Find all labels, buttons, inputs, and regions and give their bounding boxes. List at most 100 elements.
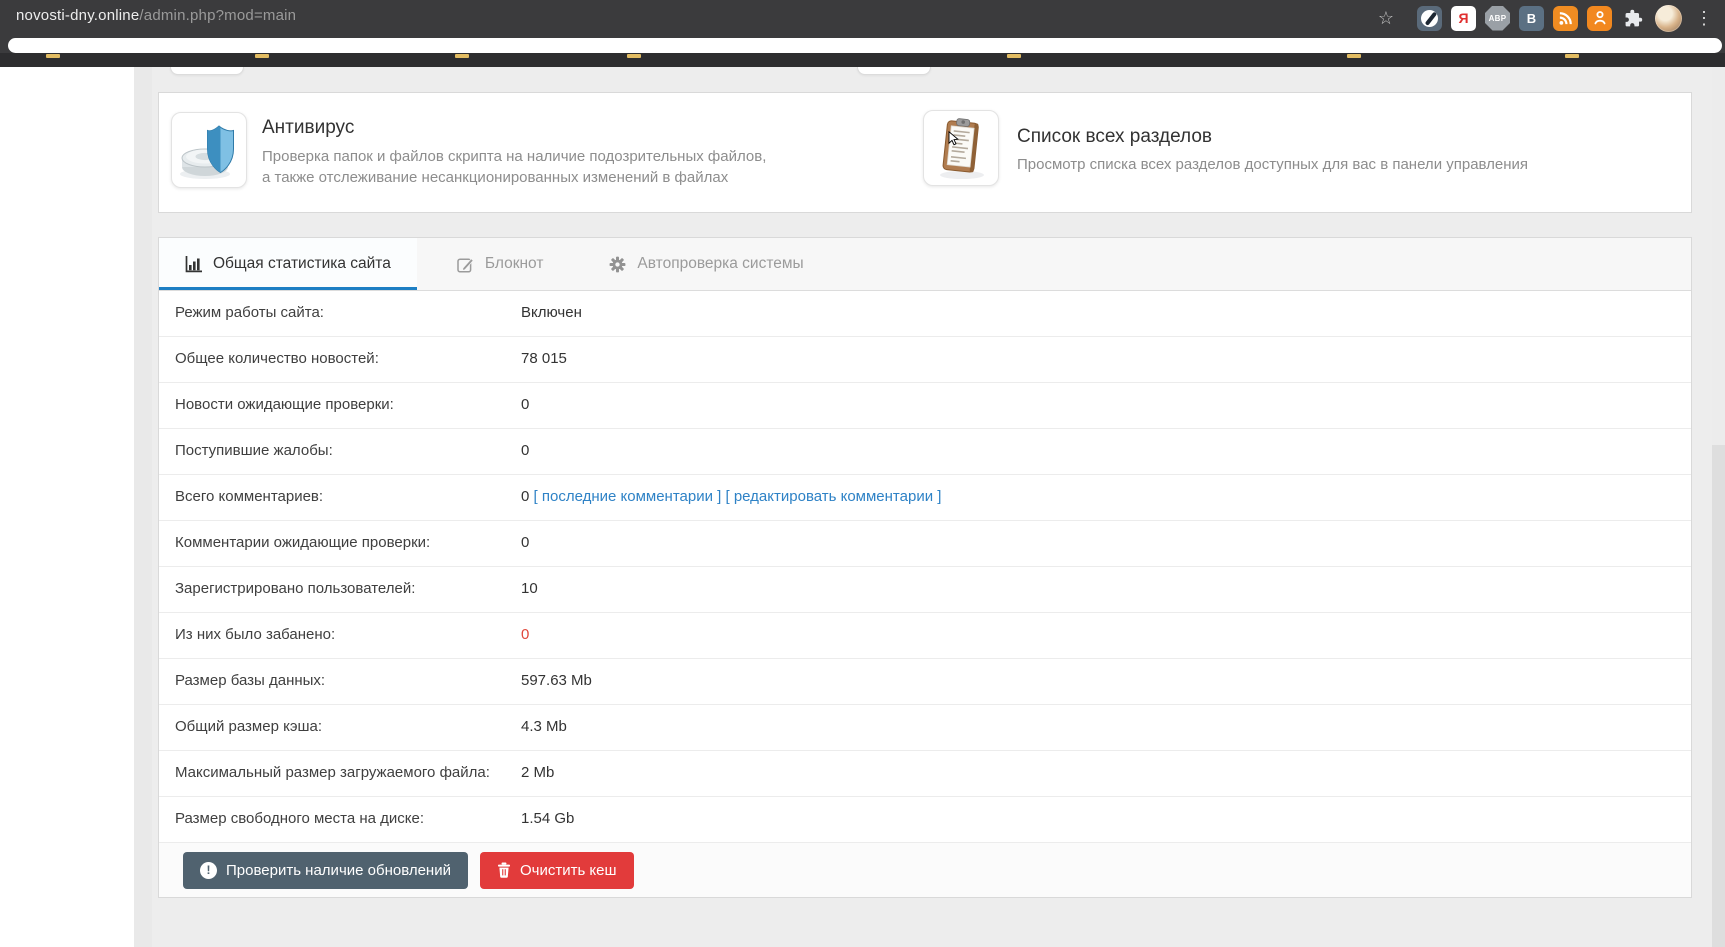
- stats-row: Всего комментариев: 0 [ последние коммент…: [159, 475, 1691, 521]
- url-path: /admin.php?mod=main: [139, 7, 297, 24]
- tab-system-autocheck[interactable]: Автопроверка системы: [583, 238, 829, 290]
- adblock-extension-icon[interactable]: ABP: [1485, 5, 1510, 31]
- stats-row: Поступившие жалобы: 0: [159, 429, 1691, 475]
- stats-row-label: Новости ожидающие проверки:: [175, 396, 394, 413]
- clear-cache-button[interactable]: Очистить кеш: [479, 851, 634, 889]
- stats-row-value: 0: [521, 396, 530, 413]
- profile-avatar[interactable]: [1655, 4, 1682, 32]
- sidebar-scrollbar[interactable]: [134, 67, 152, 947]
- stats-row-value: 0: [521, 534, 530, 551]
- stats-row-label: Размер базы данных:: [175, 672, 326, 689]
- stats-row: Новости ожидающие проверки: 0: [159, 383, 1691, 429]
- tab-label: Общая статистика сайта: [213, 255, 391, 272]
- stats-row-value: 1.54 Gb: [521, 810, 575, 827]
- clear-cache-label: Очистить кеш: [519, 861, 617, 879]
- stats-row-label: Из них было забанено:: [175, 626, 336, 643]
- rss-extension-icon[interactable]: [1553, 5, 1578, 31]
- antivirus-card-icon[interactable]: [171, 112, 247, 188]
- omnibox-input[interactable]: [8, 38, 1722, 53]
- stats-row-links: [ последние комментарии ] [ редактироват…: [529, 488, 942, 505]
- tab-general-statistics[interactable]: Общая статистика сайта: [159, 238, 417, 290]
- puzzle-icon: [1625, 9, 1643, 26]
- bookmark-folder-icon[interactable]: [1565, 54, 1579, 58]
- person-icon: [1594, 11, 1605, 25]
- stats-row: Режим работы сайта: Включен: [159, 291, 1691, 337]
- stats-row-label: Максимальный размер загружаемого файла:: [175, 764, 490, 781]
- extensions-puzzle-icon[interactable]: [1621, 6, 1646, 31]
- stats-row-label: Зарегистрировано пользователей:: [175, 580, 416, 597]
- stats-row-value: 597.63 Mb: [521, 672, 592, 689]
- stats-row-value: 0 [ последние комментарии ] [ редактиров…: [521, 488, 942, 505]
- antivirus-shield-disk-icon: [180, 125, 234, 179]
- stats-row-value: 0: [521, 626, 530, 643]
- sections-card-description: Просмотр списка всех разделов доступных …: [1017, 156, 1529, 173]
- stats-row-value: 4.3 Mb: [521, 718, 567, 735]
- stats-row-label: Размер свободного места на диске:: [175, 810, 425, 827]
- exclamation-circle-icon: !: [200, 861, 217, 879]
- stats-row: Максимальный размер загружаемого файла: 2…: [159, 751, 1691, 797]
- check-updates-button[interactable]: ! Проверить наличие обновлений: [183, 851, 468, 889]
- trash-icon: [497, 862, 510, 878]
- clipboard-icon: [940, 118, 984, 179]
- bookmark-folder-icon[interactable]: [627, 54, 641, 58]
- stats-row-value: 2 Mb: [521, 764, 555, 781]
- stats-row-value: 0: [521, 442, 530, 459]
- clipped-card-icon-top: [857, 67, 931, 75]
- recent-comments-link[interactable]: последние комментарии: [542, 488, 713, 505]
- antivirus-card-title[interactable]: Антивирус: [262, 117, 354, 139]
- tabs-bar: Общая статистика сайта Блокнот Автопрове…: [159, 238, 1691, 291]
- gear-icon: [609, 256, 626, 272]
- stats-row-label: Общий размер кэша:: [175, 718, 323, 735]
- antivirus-card-description: Проверка папок и файлов скрипта на налич…: [262, 148, 767, 186]
- admin-page: Антивирус Проверка папок и файлов скрипт…: [0, 67, 1725, 947]
- stats-row-label: Поступившие жалобы:: [175, 442, 333, 459]
- bookmark-folder-icon[interactable]: [1007, 54, 1021, 58]
- check-updates-label: Проверить наличие обновлений: [226, 861, 451, 879]
- stats-row-label: Всего комментариев:: [175, 488, 324, 505]
- stats-row: Из них было забанено: 0: [159, 613, 1691, 659]
- clipped-card-icon-top: [170, 67, 244, 75]
- tab-notepad[interactable]: Блокнот: [431, 238, 570, 290]
- sections-card-title[interactable]: Список всех разделов: [1017, 126, 1212, 148]
- address-url[interactable]: novosti-dny.online/admin.php?mod=main: [16, 7, 296, 24]
- left-sidebar-area: [0, 67, 134, 947]
- odnoklassniki-extension-icon[interactable]: [1587, 5, 1612, 31]
- bookmark-folder-icon[interactable]: [455, 54, 469, 58]
- screenshot-extension-icon[interactable]: [1417, 5, 1442, 31]
- stats-row-label: Комментарии ожидающие проверки:: [175, 534, 431, 551]
- url-host: novosti-dny.online: [16, 7, 140, 24]
- stats-row-label: Режим работы сайта:: [175, 304, 324, 321]
- browser-actions: ☆ Я ABP B ⋮: [1378, 4, 1717, 32]
- mouse-cursor: [948, 131, 959, 146]
- stats-row-value: 78 015: [521, 350, 567, 367]
- rss-icon: [1559, 11, 1572, 25]
- stats-row-value: 10: [521, 580, 538, 597]
- screen: novosti-dny.online/admin.php?mod=main ☆ …: [0, 0, 1725, 947]
- bookmark-folder-icon[interactable]: [1347, 54, 1361, 58]
- stats-row: Комментарии ожидающие проверки: 0: [159, 521, 1691, 567]
- stats-rows: Режим работы сайта: Включен Общее количест…: [159, 291, 1691, 843]
- site-statistics-panel: Общая статистика сайта Блокнот Автопрове…: [158, 237, 1692, 898]
- stats-row: Зарегистрировано пользователей: 10: [159, 567, 1691, 613]
- bookmark-folder-icon[interactable]: [46, 54, 60, 58]
- page-scrollbar-thumb[interactable]: [1712, 445, 1725, 947]
- yandex-extension-icon[interactable]: Я: [1451, 5, 1476, 31]
- bookmarks-bar: [0, 53, 1725, 67]
- sections-card-icon[interactable]: [923, 110, 999, 186]
- bookmark-star-icon[interactable]: ☆: [1378, 9, 1394, 27]
- stats-row-value: Включен: [521, 304, 582, 321]
- bookmark-folder-icon[interactable]: [255, 54, 269, 58]
- stats-row-label: Общее количество новостей:: [175, 350, 379, 367]
- stats-row: Размер базы данных: 597.63 Mb: [159, 659, 1691, 705]
- panel-footer: ! Проверить наличие обновлений Очистить …: [159, 843, 1691, 897]
- tab-label: Блокнот: [484, 255, 544, 272]
- tab-label: Автопроверка системы: [637, 255, 804, 272]
- vk-extension-icon[interactable]: B: [1519, 5, 1544, 31]
- shortcut-cards-panel: Антивирус Проверка папок и файлов скрипт…: [158, 92, 1692, 213]
- bar-chart-icon: [185, 255, 202, 272]
- edit-icon: [457, 257, 474, 273]
- stats-row: Общий размер кэша: 4.3 Mb: [159, 705, 1691, 751]
- stats-row: Общее количество новостей: 78 015: [159, 337, 1691, 383]
- edit-comments-link[interactable]: редактировать комментарии: [734, 488, 933, 505]
- browser-menu-icon[interactable]: ⋮: [1691, 9, 1717, 27]
